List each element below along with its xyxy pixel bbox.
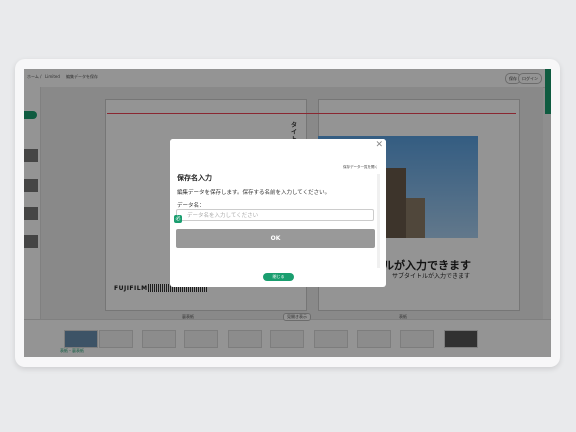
dialog-description: 編集データを保存します。保存する名前を入力してください。 [177, 190, 331, 196]
required-badge: 必 [174, 215, 182, 223]
data-name-label: データ名： [177, 203, 205, 209]
save-name-dialog: ✕ 保存データ一覧を開く 保存名入力 編集データを保存します。保存する名前を入力… [170, 139, 386, 287]
dialog-close-button[interactable]: 閉じる [263, 273, 294, 281]
dialog-title: 保存名入力 [177, 174, 212, 182]
data-name-input[interactable]: データ名を入力してください [176, 209, 374, 221]
ok-button[interactable]: OK [176, 229, 375, 248]
saved-data-list-link[interactable]: 保存データ一覧を開く [343, 165, 378, 170]
close-icon[interactable]: ✕ [375, 140, 383, 150]
dialog-body: 保存データ一覧を開く 保存名入力 編集データを保存します。保存する名前を入力して… [172, 160, 384, 268]
dialog-header: ✕ [170, 139, 386, 160]
dialog-scrollbar[interactable] [377, 174, 380, 268]
